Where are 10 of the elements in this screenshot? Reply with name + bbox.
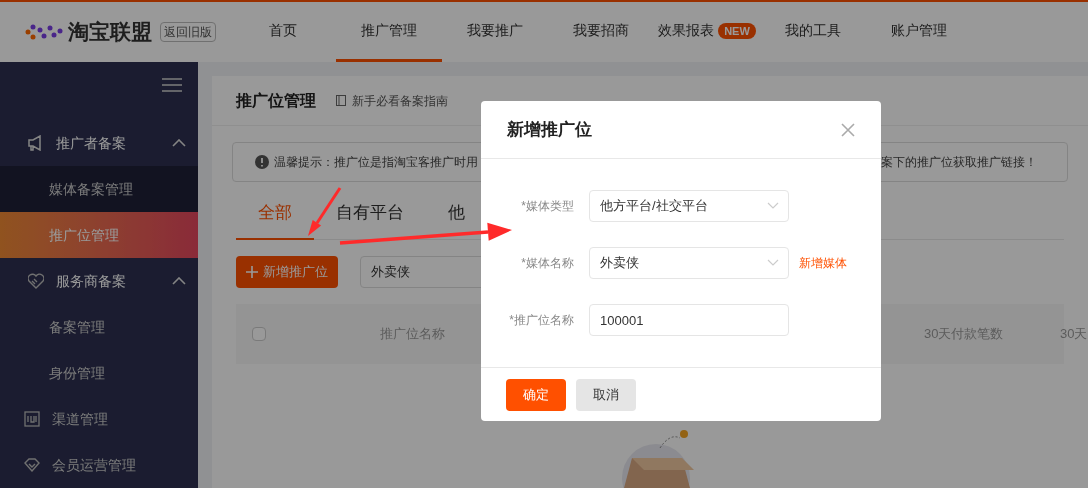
field-label: *推广位名称	[508, 312, 574, 329]
new-badge: NEW	[718, 22, 756, 39]
field-label: *媒体类型	[520, 198, 574, 215]
logo-text: 淘宝联盟	[68, 19, 152, 46]
page-title: 推广位管理	[236, 90, 316, 111]
notice-text: 案下的推广位获取推广链接！	[881, 154, 1037, 171]
notice-text: 温馨提示：推广位是指淘宝客推广时用	[274, 154, 478, 171]
dialog-title: 新增推广位	[507, 118, 592, 141]
column-header: 30天	[1060, 325, 1088, 344]
field-label: *媒体名称	[520, 255, 574, 272]
